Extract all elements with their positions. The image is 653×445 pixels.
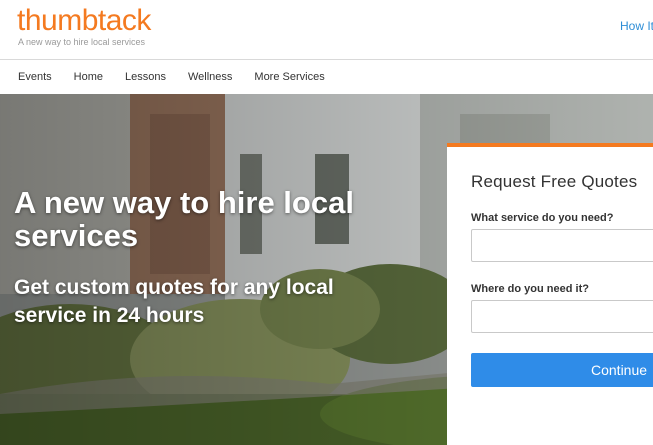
category-nav: Events Home Lessons Wellness More Servic… bbox=[0, 60, 653, 94]
continue-button[interactable]: Continue bbox=[471, 353, 653, 387]
logo-tagline: A new way to hire local services bbox=[18, 37, 146, 47]
panel-title: Request Free Quotes bbox=[471, 172, 638, 191]
location-input[interactable] bbox=[471, 300, 653, 333]
hero-title: A new way to hire local services bbox=[14, 185, 354, 253]
hero-subtitle: Get custom quotes for any local service … bbox=[14, 276, 334, 327]
how-it-works-link[interactable]: How It bbox=[620, 19, 653, 33]
service-input[interactable] bbox=[471, 229, 653, 262]
nav-item-home[interactable]: Home bbox=[74, 70, 103, 84]
quote-request-panel: Request Free Quotes What service do you … bbox=[447, 143, 653, 445]
location-label: Where do you need it? bbox=[471, 283, 589, 295]
thumbtack-logo[interactable]: thumbtack bbox=[17, 3, 151, 39]
nav-item-lessons[interactable]: Lessons bbox=[125, 70, 166, 84]
service-label: What service do you need? bbox=[471, 212, 614, 224]
site-header: thumbtack A new way to hire local servic… bbox=[0, 0, 653, 60]
nav-item-events[interactable]: Events bbox=[18, 70, 52, 84]
nav-item-more-services[interactable]: More Services bbox=[254, 70, 324, 84]
nav-item-wellness[interactable]: Wellness bbox=[188, 70, 232, 84]
